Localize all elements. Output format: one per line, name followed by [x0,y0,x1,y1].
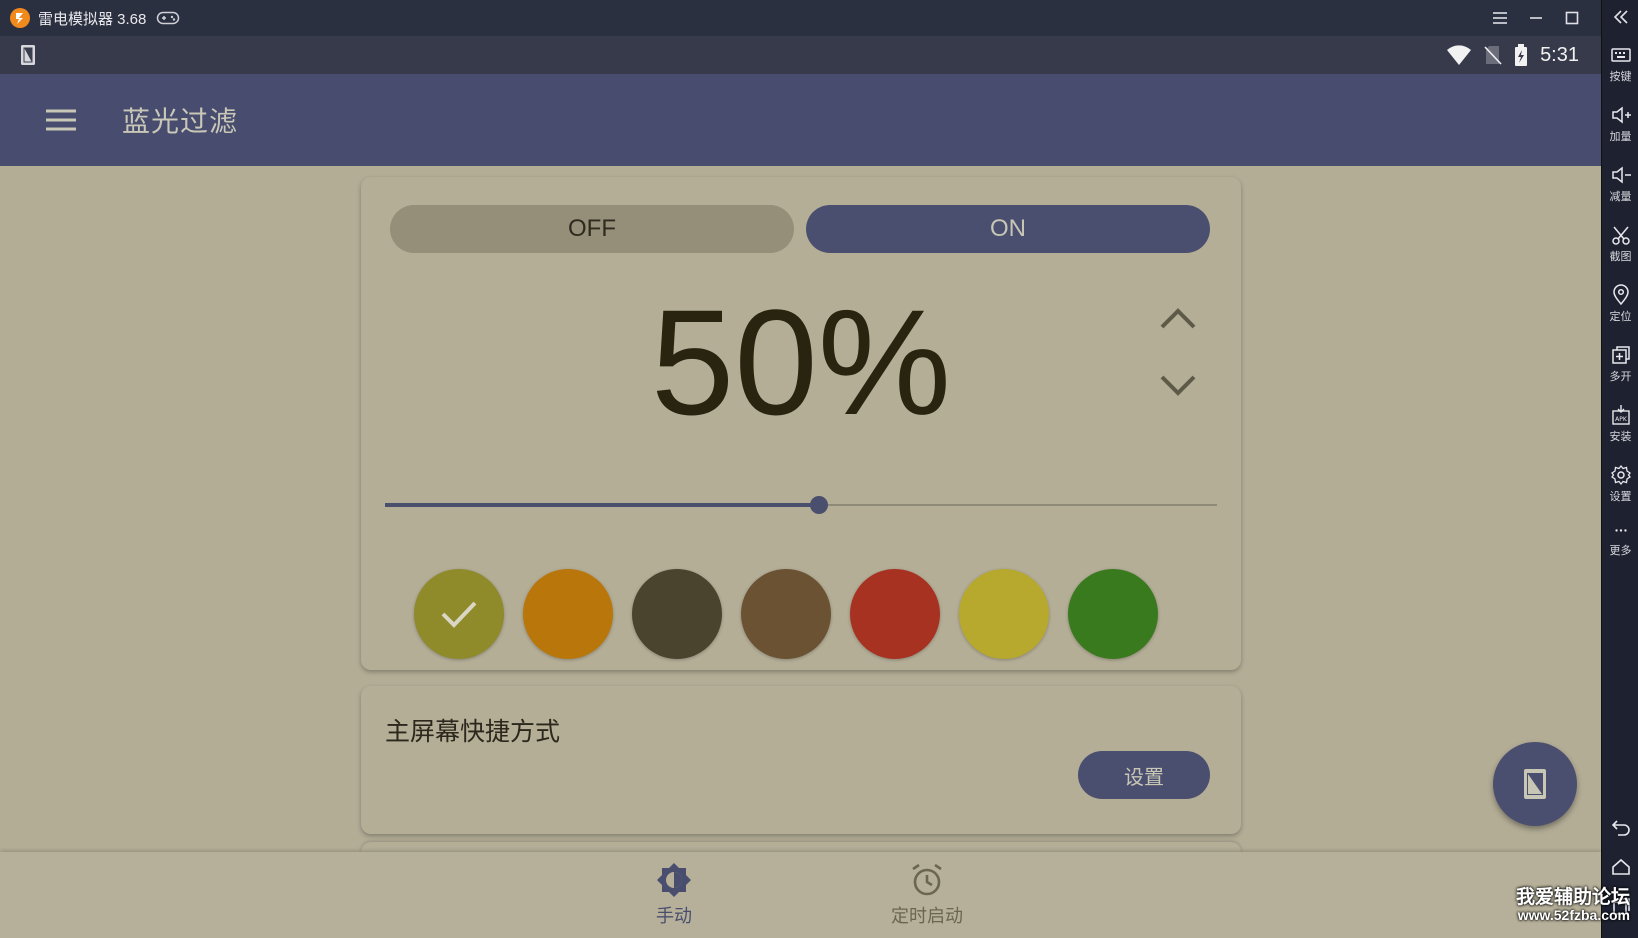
window-controls [1490,0,1618,36]
svg-text:APK: APK [1615,416,1628,423]
intensity-percent: 50% [650,278,952,446]
color-swatches [414,569,1194,659]
gear-icon [1610,464,1631,486]
battery-charging-icon [1515,44,1528,66]
hamburger-menu-icon[interactable] [46,108,76,132]
color-swatch-5[interactable] [850,569,940,659]
intensity-slider[interactable] [385,495,1217,515]
watermark-line-1: 我爱辅助论坛 [1516,887,1631,908]
toolbar-multi-instance-label: 多开 [1609,371,1632,383]
status-bar-time: 5:31 [1540,43,1579,66]
android-back-button[interactable] [1602,816,1638,838]
decrease-chevron-down-icon[interactable] [1158,373,1198,399]
toolbar-volume-down-label: 减量 [1609,191,1632,203]
menu-icon[interactable] [1490,8,1510,28]
no-sim-icon [1484,46,1502,65]
toolbar-volume-down[interactable]: 减量 [1602,164,1638,204]
app-bar: 蓝光过滤 [0,74,1601,166]
maximize-icon[interactable] [1562,8,1582,28]
shortcut-title: 主屏幕快捷方式 [385,718,561,746]
toolbar-location-label: 定位 [1609,311,1632,323]
forum-watermark: 我爱辅助论坛 www.52fzba.com [1516,888,1630,923]
color-swatch-6[interactable] [959,569,1049,659]
status-bar: 5:31 [0,36,1601,74]
color-swatch-1[interactable] [414,569,504,659]
page-title: 蓝光过滤 [122,106,239,137]
color-swatch-3[interactable] [632,569,722,659]
apk-install-icon: APK [1611,405,1630,425]
nav-timer-label: 定时启动 [891,906,963,926]
toolbar-volume-up-label: 加量 [1609,131,1632,143]
toolbar-volume-up[interactable]: 加量 [1602,104,1638,144]
toolbar-keyboard-label: 按键 [1609,71,1632,83]
filter-off-button[interactable]: OFF [390,205,794,253]
volume-up-icon [1611,106,1631,124]
collapse-toolbar-icon[interactable] [1602,6,1638,28]
filter-on-button[interactable]: ON [806,205,1210,253]
keyboard-icon [1610,48,1631,62]
home-icon [1611,858,1630,875]
toolbar-keyboard[interactable]: 按键 [1602,44,1638,84]
color-swatch-2[interactable] [523,569,613,659]
toolbar-install-label: 安装 [1609,431,1632,443]
toolbar-screenshot[interactable]: 截图 [1602,224,1638,264]
filter-notification-icon [21,45,35,65]
multi-instance-icon [1611,346,1630,364]
increase-chevron-up-icon[interactable] [1158,305,1198,331]
nav-manual-label: 手动 [656,906,692,926]
toolbar-multi-instance[interactable]: 多开 [1602,344,1638,384]
wifi-icon [1447,45,1472,65]
toolbar-settings-label: 设置 [1609,491,1632,503]
watermark-line-2: www.52fzba.com [1517,906,1631,923]
shortcut-settings-button[interactable]: 设置 [1078,751,1210,799]
scissors-icon [1611,226,1630,245]
color-swatch-7[interactable] [1068,569,1158,659]
filter-phone-icon [1524,769,1546,799]
alarm-clock-icon [912,863,942,896]
floating-filter-button[interactable] [1493,742,1577,826]
android-home-button[interactable] [1602,856,1638,878]
more-dots-icon [1614,529,1627,532]
home-shortcut-card: 主屏幕快捷方式 设置 [361,686,1241,834]
selected-check-icon [441,601,477,628]
bottom-navigation: 手动 定时启动 [0,852,1601,938]
nav-manual-tab[interactable]: 手动 [604,862,744,928]
slider-thumb[interactable] [810,496,828,514]
gamepad-icon[interactable] [156,10,180,26]
emulator-title-bar: 雷电模拟器 3.68 [0,0,1638,36]
color-swatch-4[interactable] [741,569,831,659]
minimize-icon[interactable] [1526,8,1546,28]
status-bar-right: 5:31 [1446,36,1579,74]
brightness-icon [657,863,691,897]
filter-control-card: OFF ON 50% [361,177,1241,670]
android-screen: 5:31 蓝光过滤 OFF ON 50% 主屏幕快捷方式 设置 手动 定时启动 [0,36,1601,938]
emulator-logo-icon [10,8,30,28]
slider-fill [385,503,819,507]
back-arrow-icon [1611,820,1630,836]
toolbar-more-label: 更多 [1609,545,1632,557]
toolbar-install-apk[interactable]: APK 安装 [1602,404,1638,444]
toolbar-more[interactable]: 更多 [1602,526,1638,558]
nav-timer-tab[interactable]: 定时启动 [857,862,997,928]
emulator-title: 雷电模拟器 3.68 [38,10,147,28]
toolbar-settings[interactable]: 设置 [1602,464,1638,504]
volume-down-icon [1611,166,1631,184]
toolbar-screenshot-label: 截图 [1609,251,1632,263]
toolbar-location[interactable]: 定位 [1602,284,1638,324]
emulator-side-toolbar: 按键 加量 减量 截图 定位 多开 APK 安装 设置 更多 [1601,0,1638,938]
location-pin-icon [1612,284,1629,306]
